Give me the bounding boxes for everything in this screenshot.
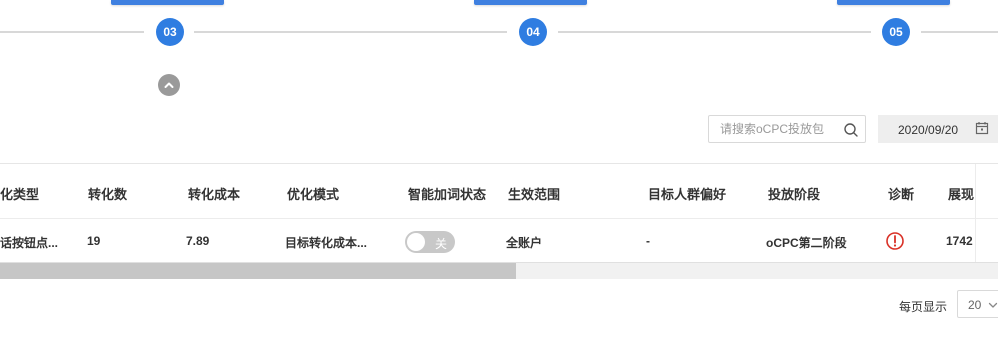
col-header-stage[interactable]: 投放阶段 <box>768 184 820 203</box>
cell-conv-type[interactable]: 话按钮点... <box>0 234 58 251</box>
per-page-label: 每页显示 <box>899 300 948 314</box>
toggle-label: 关 <box>435 237 448 251</box>
step-04-tab[interactable] <box>474 0 587 5</box>
chevron-up-icon <box>164 82 174 88</box>
col-header-diagnosis[interactable]: 诊断 <box>888 184 914 203</box>
calendar-icon[interactable] <box>975 121 989 135</box>
col-header-smart-words[interactable]: 智能加词状态 <box>408 184 486 203</box>
toggle-knob <box>407 233 425 251</box>
step-connector <box>558 31 871 33</box>
table-top-border <box>0 163 998 164</box>
per-page-select[interactable]: 20 <box>957 290 998 318</box>
col-header-opt-mode[interactable]: 优化模式 <box>287 184 339 203</box>
search-box <box>708 115 866 143</box>
col-header-scope[interactable]: 生效范围 <box>508 184 560 203</box>
step-connector <box>194 31 507 33</box>
collapse-button[interactable] <box>158 74 180 96</box>
step-connector <box>0 31 144 33</box>
chevron-down-icon <box>988 302 998 308</box>
step-05-circle[interactable]: 05 <box>882 18 910 46</box>
search-input[interactable] <box>709 116 848 142</box>
step-03-tab[interactable] <box>111 0 224 5</box>
cell-opt-mode[interactable]: 目标转化成本... <box>285 234 367 251</box>
cell-audience: - <box>646 234 650 248</box>
cell-impressions: 1742 <box>946 234 973 248</box>
step-05-tab[interactable] <box>837 0 950 5</box>
col-header-conv-count[interactable]: 转化数 <box>88 184 127 203</box>
horizontal-scrollbar-thumb[interactable] <box>0 263 516 279</box>
date-value: 2020/09/20 <box>898 123 959 137</box>
step-connector <box>921 31 998 33</box>
col-header-conv-type[interactable]: 化类型 <box>0 184 39 203</box>
col-header-impressions[interactable]: 展现 <box>948 184 974 203</box>
col-header-conv-cost[interactable]: 转化成本 <box>188 184 240 203</box>
per-page-value: 20 <box>968 298 982 312</box>
step-04-circle[interactable]: 04 <box>519 18 547 46</box>
date-picker[interactable]: 2020/09/20 <box>878 115 998 143</box>
col-header-audience[interactable]: 目标人群偏好 <box>648 184 726 203</box>
warning-circle-icon[interactable] <box>885 231 905 251</box>
step-03-circle[interactable]: 03 <box>156 18 184 46</box>
column-divider <box>975 164 976 262</box>
cell-conv-count: 19 <box>87 234 101 248</box>
header-divider <box>0 218 998 219</box>
cell-scope: 全账户 <box>506 236 543 250</box>
cell-stage: oCPC第二阶段 <box>766 236 847 250</box>
search-icon[interactable] <box>843 122 859 138</box>
cell-conv-cost: 7.89 <box>186 234 210 248</box>
smart-words-toggle[interactable]: 关 <box>405 231 455 253</box>
